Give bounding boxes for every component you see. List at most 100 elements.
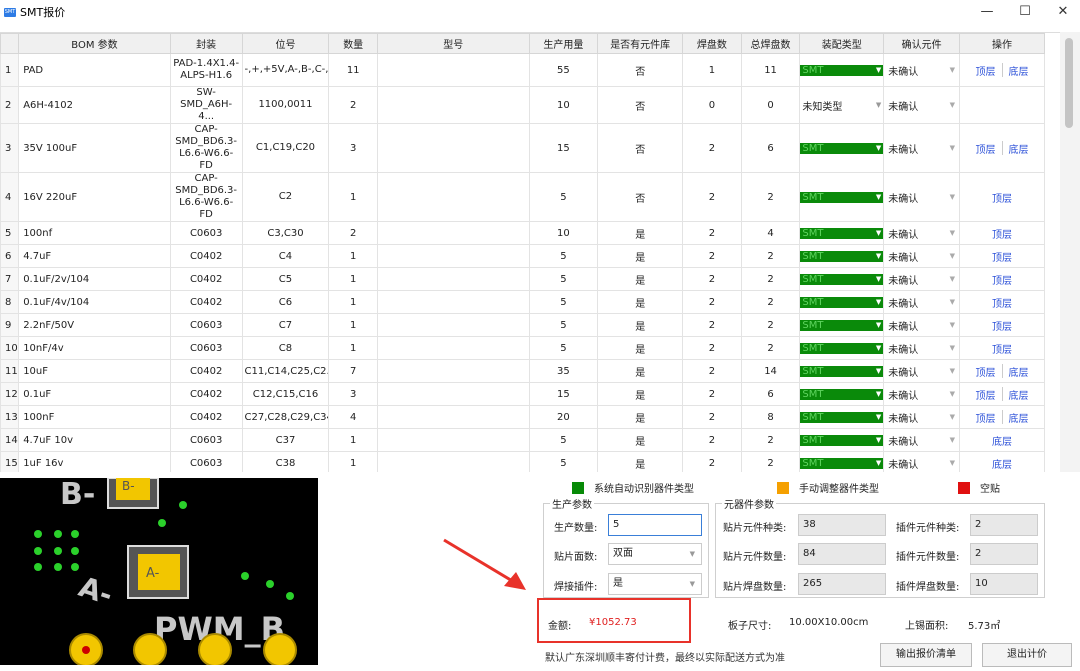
assembly-type-select[interactable]: SMT ▼ xyxy=(800,250,883,262)
table-row[interactable]: 12 0.1uF C0402 C12,C15,C16 3 15 是 2 6 SMT ▼ 未确认 ▼ 顶层底… xyxy=(0,382,1045,406)
confirm-component-select[interactable]: 未确认 ▼ xyxy=(885,249,959,264)
column-header[interactable]: 位号 xyxy=(241,33,330,54)
confirm-component-select[interactable]: 未确认 ▼ xyxy=(885,387,959,402)
model-cell xyxy=(376,123,530,173)
confirm-component-select[interactable]: 未确认 ▼ xyxy=(885,190,959,205)
assembly-type-select[interactable]: SMT ▼ xyxy=(800,319,883,331)
assembly-type-select[interactable]: SMT ▼ xyxy=(800,342,883,354)
layer-link[interactable]: 底层 xyxy=(1009,141,1029,156)
confirm-component-value: 未确认 xyxy=(888,66,919,78)
layer-link[interactable]: 顶层 xyxy=(992,341,1012,356)
column-header[interactable]: 确认元件 xyxy=(883,33,961,54)
confirm-component-select[interactable]: 未确认 ▼ xyxy=(885,141,959,156)
column-header[interactable]: 总焊盘数 xyxy=(740,33,801,54)
assembly-type-select[interactable]: SMT ▼ xyxy=(800,142,883,154)
has-library-cell: 是 xyxy=(597,405,684,429)
layer-link[interactable]: 顶层 xyxy=(992,249,1012,264)
table-row[interactable]: 10 10nF/4v C0603 C8 1 5 是 2 2 SMT ▼ 未确认 ▼ 顶层 xyxy=(0,336,1045,360)
model-cell xyxy=(376,86,530,124)
confirm-component-select[interactable]: 未确认 ▼ xyxy=(885,364,959,379)
table-row[interactable]: 4 16V 220uF CAP-SMD_BD6.3-L6.6-W6.6-FD C2 1 5… xyxy=(0,172,1045,222)
table-row[interactable]: 15 1uF 16v C0603 C38 1 5 是 2 2 SMT ▼ 未确认 ▼ 底层 xyxy=(0,451,1045,472)
column-header[interactable]: BOM 参数 xyxy=(18,33,171,54)
layer-link[interactable]: 顶层 xyxy=(976,63,996,78)
table-row[interactable]: 6 4.7uF C0402 C4 1 5 是 2 2 SMT ▼ 未确认 ▼ 顶层 xyxy=(0,244,1045,268)
assembly-type-value: 未知类型 xyxy=(802,101,843,113)
confirm-component-select[interactable]: 未确认 ▼ xyxy=(885,98,959,113)
table-row[interactable]: 11 10uF C0402 C11,C14,C25,C2... 7 35 是 2 14 SMT ▼ 未… xyxy=(0,359,1045,383)
column-header[interactable]: 封装 xyxy=(169,33,243,54)
assembly-type-select[interactable]: SMT ▼ xyxy=(800,191,883,203)
minimize-button[interactable]: — xyxy=(968,0,1006,24)
pcb-preview[interactable]: B- B- A- A- PWM_B xyxy=(0,478,318,665)
assembly-type-select[interactable]: SMT ▼ xyxy=(800,227,883,239)
table-row[interactable]: 9 2.2nF/50V C0603 C7 1 5 是 2 2 SMT ▼ 未确认 ▼ 顶层 xyxy=(0,313,1045,337)
close-button[interactable]: ✕ xyxy=(1044,0,1080,24)
solder-plugin-select[interactable]: 是 ▼ xyxy=(608,573,702,595)
assembly-type-select[interactable]: SMT ▼ xyxy=(800,411,883,423)
layer-link[interactable]: 顶层 xyxy=(992,226,1012,241)
export-quote-button[interactable]: 输出报价清单 xyxy=(880,643,972,667)
confirm-component-select[interactable]: 未确认 ▼ xyxy=(885,410,959,425)
assembly-type-select[interactable]: SMT ▼ xyxy=(800,365,883,377)
table-row[interactable]: 13 100nF C0402 C27,C28,C29,C34 4 20 是 2 8 SMT ▼ 未确认… xyxy=(0,405,1045,429)
scrollbar-thumb[interactable] xyxy=(1065,38,1073,128)
exit-pricing-button[interactable]: 退出计价 xyxy=(982,643,1072,667)
layer-link[interactable]: 底层 xyxy=(1009,387,1029,402)
maximize-button[interactable]: ☐ xyxy=(1006,0,1044,24)
table-row[interactable]: 1 PAD PAD-1.4X1.4-ALPS-H1.6 -,+,+5V,A-,B-,C… xyxy=(0,53,1045,87)
confirm-component-select[interactable]: 未确认 ▼ xyxy=(885,295,959,310)
column-header[interactable]: 操作 xyxy=(959,33,1045,54)
table-row[interactable]: 8 0.1uF/4v/104 C0402 C6 1 5 是 2 2 SMT ▼ 未确认 ▼ 顶层 xyxy=(0,290,1045,314)
assembly-type-select[interactable]: SMT ▼ xyxy=(800,273,883,285)
designator-cell: C37 xyxy=(241,428,330,452)
layer-link[interactable]: 顶层 xyxy=(976,387,996,402)
assembly-type-select[interactable]: SMT ▼ xyxy=(800,388,883,400)
row-index: 9 xyxy=(0,313,20,337)
layer-link[interactable]: 顶层 xyxy=(976,364,996,379)
model-cell xyxy=(376,53,530,87)
layer-link[interactable]: 底层 xyxy=(1009,364,1029,379)
layer-link[interactable]: 顶层 xyxy=(992,318,1012,333)
pad-count-cell: 2 xyxy=(682,221,742,245)
confirm-component-select[interactable]: 未确认 ▼ xyxy=(885,456,959,471)
layer-link[interactable]: 顶层 xyxy=(992,272,1012,287)
column-header[interactable] xyxy=(0,33,20,54)
confirm-component-select[interactable]: 未确认 ▼ xyxy=(885,63,959,78)
column-header[interactable]: 焊盘数 xyxy=(682,33,742,54)
column-header[interactable]: 是否有元件库 xyxy=(597,33,684,54)
layer-link[interactable]: 顶层 xyxy=(992,295,1012,310)
assembly-type-select[interactable]: 未知类型 ▼ xyxy=(801,98,883,113)
confirm-component-select[interactable]: 未确认 ▼ xyxy=(885,433,959,448)
table-row[interactable]: 7 0.1uF/2v/104 C0402 C5 1 5 是 2 2 SMT ▼ 未确认 ▼ 顶层 xyxy=(0,267,1045,291)
confirm-component-select[interactable]: 未确认 ▼ xyxy=(885,341,959,356)
layer-link[interactable]: 底层 xyxy=(1009,410,1029,425)
table-row[interactable]: 2 A6H-4102 SW-SMD_A6H-4... 1100,0011 2 10 否 0 0 未… xyxy=(0,86,1045,124)
layer-link[interactable]: 顶层 xyxy=(992,190,1012,205)
assembly-type-select[interactable]: SMT ▼ xyxy=(800,296,883,308)
column-header[interactable]: 型号 xyxy=(376,33,530,54)
table-body: 1 PAD PAD-1.4X1.4-ALPS-H1.6 -,+,+5V,A-,B-,C… xyxy=(0,53,1045,472)
table-row[interactable]: 5 100nf C0603 C3,C30 2 10 是 2 4 SMT ▼ 未确认 ▼ 顶层 xyxy=(0,221,1045,245)
layer-link[interactable]: 顶层 xyxy=(976,141,996,156)
placement-sides-select[interactable]: 双面 ▼ xyxy=(608,543,702,565)
table-row[interactable]: 3 35V 100uF CAP-SMD_BD6.3-L6.6-W6.6-FD C1,C… xyxy=(0,123,1045,173)
confirm-component-select[interactable]: 未确认 ▼ xyxy=(885,226,959,241)
layer-link[interactable]: 顶层 xyxy=(976,410,996,425)
column-header[interactable]: 生产用量 xyxy=(528,33,599,54)
layer-link[interactable]: 底层 xyxy=(992,433,1012,448)
quantity-cell: 11 xyxy=(328,53,378,87)
confirm-component-select[interactable]: 未确认 ▼ xyxy=(885,318,959,333)
table-row[interactable]: 14 4.7uF 10v C0603 C37 1 5 是 2 2 SMT ▼ 未确认 ▼ 底层 xyxy=(0,428,1045,452)
confirm-component-select[interactable]: 未确认 ▼ xyxy=(885,272,959,287)
layer-link[interactable]: 底层 xyxy=(1009,63,1029,78)
assembly-type-select[interactable]: SMT ▼ xyxy=(800,434,883,446)
production-usage-cell: 5 xyxy=(528,267,599,291)
assembly-type-select[interactable]: SMT ▼ xyxy=(800,457,883,469)
production-qty-input[interactable]: 5 xyxy=(608,514,702,536)
column-header[interactable]: 装配类型 xyxy=(799,33,885,54)
assembly-type-select[interactable]: SMT ▼ xyxy=(800,64,883,76)
package-cell: C0402 xyxy=(169,382,243,406)
layer-link[interactable]: 底层 xyxy=(992,456,1012,471)
column-header[interactable]: 数量 xyxy=(328,33,378,54)
